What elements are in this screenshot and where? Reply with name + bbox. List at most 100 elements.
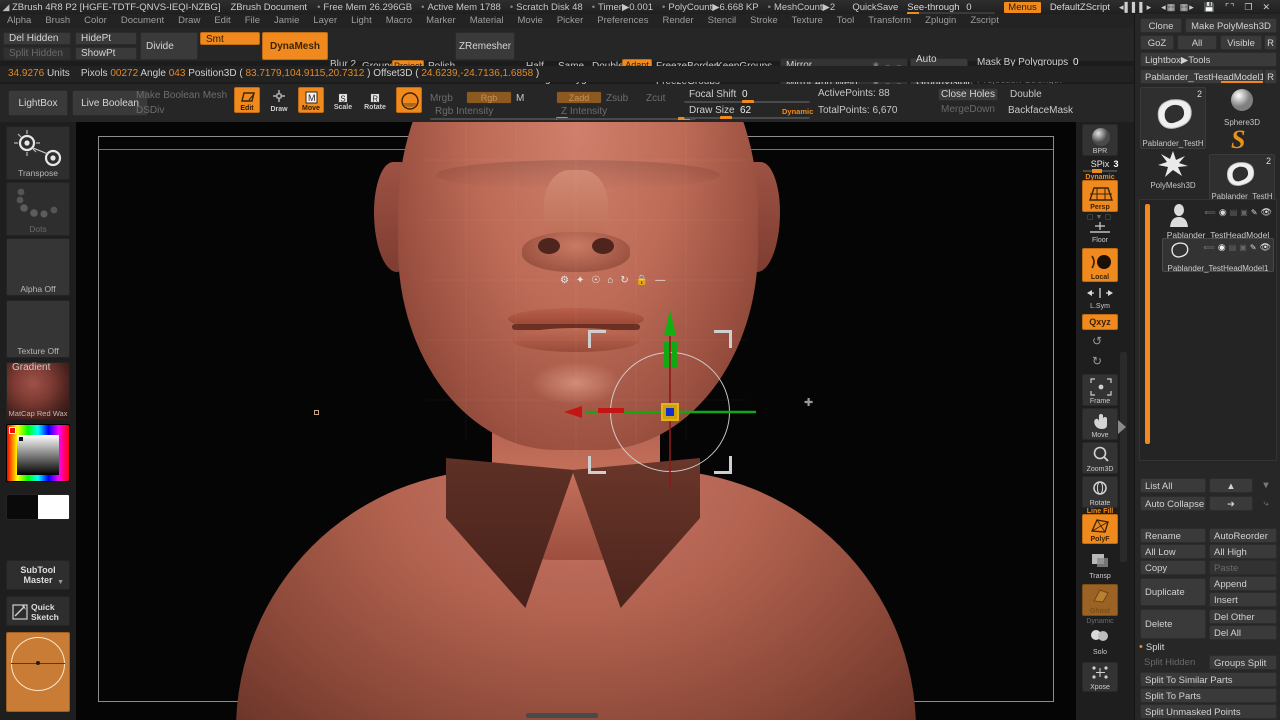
spix-knob[interactable]	[1092, 169, 1102, 173]
tool-thumb-4[interactable]: 2 Pablander_TestH	[1209, 154, 1275, 202]
menu-item-picker[interactable]: Picker	[550, 14, 590, 28]
menus-button[interactable]: Menus	[1004, 1, 1041, 13]
rotate-icon[interactable]: ↻	[620, 275, 628, 286]
maximize-icon[interactable]: ❐	[1244, 2, 1253, 13]
rename-button[interactable]: Rename	[1140, 528, 1206, 543]
gizmo-center-handle[interactable]	[661, 403, 679, 421]
subtool-eye-icon[interactable]: 👁	[1261, 207, 1272, 218]
move-down-button[interactable]: ▼	[1255, 478, 1277, 493]
z-intensity-slider[interactable]: Z Intensity	[556, 106, 696, 120]
subtool-paint-icon[interactable]: ✎	[1250, 243, 1257, 252]
menu-item-texture[interactable]: Texture	[785, 14, 830, 28]
split-to-similar-parts-button[interactable]: Split To Similar Parts	[1140, 672, 1277, 687]
double-shelf2-label[interactable]: Double	[1010, 89, 1042, 100]
clone-button[interactable]: Clone	[1140, 18, 1182, 33]
menu-item-jamie[interactable]: Jamie	[267, 14, 306, 28]
all-button[interactable]: All	[1177, 35, 1217, 50]
move-up-button[interactable]: ▲	[1209, 478, 1253, 493]
m-label[interactable]: M	[516, 93, 524, 104]
backface-mask-label[interactable]: BackfaceMask	[1008, 105, 1073, 116]
collapse-left-button[interactable]: ⤷	[1255, 496, 1277, 511]
subtool-toggle-icon[interactable]: ◉	[1218, 242, 1226, 253]
rgb-button[interactable]: Rgb	[466, 91, 512, 104]
split-unmasked-points-button[interactable]: Split Unmasked Points	[1140, 704, 1277, 719]
subtool-item-1[interactable]: ⟸ ◉ ▤ ▣ ✎ 👁 Pablander_TestHeadModel1	[1162, 238, 1274, 273]
move-view-button[interactable]: Move	[1082, 408, 1118, 440]
zscript-record-icon[interactable]: ◂▦ ▦▸	[1161, 2, 1195, 13]
transpose-gizmo[interactable]	[560, 302, 760, 502]
subtool-poly-icon[interactable]: ▤	[1230, 208, 1238, 217]
collapse-right-button[interactable]: ➜	[1209, 496, 1253, 511]
zcut-label[interactable]: Zcut	[646, 93, 665, 104]
rotate-cw-button[interactable]: ↻	[1082, 354, 1118, 372]
floor-axes-icons[interactable]: ▢▼▢	[1076, 213, 1124, 221]
divide-button[interactable]: Divide	[140, 32, 198, 60]
tool-thumb-1[interactable]: Sphere3D	[1209, 87, 1275, 127]
rotate-mode-button[interactable]: R Rotate	[364, 89, 386, 111]
floor-button[interactable]: Floor	[1082, 222, 1118, 244]
menu-item-stroke[interactable]: Stroke	[743, 14, 784, 28]
color-picker[interactable]	[6, 424, 70, 482]
subtool-item-0[interactable]: ⟸ ◉ ▤ ▣ ✎ 👁 Pablander_TestHeadModel	[1162, 204, 1274, 240]
split-hidden-button[interactable]: Split Hidden	[3, 47, 71, 60]
xyz-button[interactable]: Qxyz	[1082, 314, 1118, 330]
bpr-button[interactable]: BPR	[1082, 124, 1118, 156]
rgb-intensity-slider[interactable]: Rgb Intensity	[430, 106, 574, 120]
menu-item-material[interactable]: Material	[463, 14, 511, 28]
r-button[interactable]: R	[1264, 35, 1277, 50]
polyframe-button[interactable]: PolyF	[1082, 514, 1118, 544]
all-low-button[interactable]: All Low	[1140, 544, 1206, 559]
menu-item-alpha[interactable]: Alpha	[0, 14, 38, 28]
menu-item-preferences[interactable]: Preferences	[590, 14, 655, 28]
visible-button[interactable]: Visible	[1220, 35, 1262, 50]
canvas-scrollbar[interactable]	[526, 713, 598, 718]
menu-item-color[interactable]: Color	[77, 14, 114, 28]
current-tool-field[interactable]: Pablander_TestHeadModel1.	[1140, 69, 1264, 84]
home-icon[interactable]: ⌂	[607, 275, 613, 286]
subtool-paint-icon[interactable]: ✎	[1251, 208, 1258, 217]
subtool-poly-icon[interactable]: ▤	[1229, 243, 1237, 252]
save-icon[interactable]: 💾	[1204, 2, 1216, 13]
list-all-button[interactable]: List All	[1140, 478, 1206, 493]
menu-item-edit[interactable]: Edit	[207, 14, 237, 28]
perspective-button[interactable]: Persp	[1082, 180, 1118, 212]
minus-icon[interactable]: —	[655, 275, 665, 286]
smt-slider[interactable]: Smt	[200, 32, 260, 45]
move-mode-button[interactable]: M Move	[298, 87, 324, 113]
merge-down-button[interactable]: MergeDown	[938, 103, 998, 116]
zsub-label[interactable]: Zsub	[606, 93, 628, 104]
menu-item-document[interactable]: Document	[114, 14, 171, 28]
paste-button[interactable]: Paste	[1209, 560, 1277, 575]
show-pt-button[interactable]: ShowPt	[75, 47, 137, 60]
local-button[interactable]: Local	[1082, 248, 1118, 282]
subtool-toggle-icon[interactable]: ◉	[1219, 207, 1227, 218]
auto-reorder-button[interactable]: AutoReorder	[1209, 528, 1277, 543]
scale-mode-button[interactable]: S Scale	[332, 89, 354, 111]
delete-button[interactable]: Delete	[1140, 609, 1206, 639]
primary-secondary-color[interactable]	[6, 494, 70, 520]
menu-item-zplugin[interactable]: Zplugin	[918, 14, 963, 28]
menu-item-file[interactable]: File	[238, 14, 267, 28]
menu-item-zscript[interactable]: Zscript	[963, 14, 1006, 28]
zadd-button[interactable]: Zadd	[556, 91, 602, 104]
minimize-icon[interactable]: ⌜⌝	[1225, 2, 1235, 13]
gizmo-axes[interactable]	[560, 302, 760, 502]
make-boolean-mesh-label[interactable]: Make Boolean Mesh	[136, 90, 227, 101]
panel-collapse-arrow[interactable]	[1118, 420, 1126, 434]
transp-button[interactable]: Transp	[1082, 550, 1118, 580]
duplicate-button[interactable]: Duplicate	[1140, 578, 1206, 606]
auto-collapse-button[interactable]: Auto Collapse	[1140, 496, 1206, 511]
groups-split-button[interactable]: Groups Split	[1209, 655, 1277, 670]
subtool-scroll-indicator[interactable]	[1145, 204, 1150, 444]
subtool-arrow-icon[interactable]: ⟸	[1203, 243, 1214, 252]
menu-item-light[interactable]: Light	[344, 14, 379, 28]
viewport-canvas[interactable]: ⚙ ✦ ☉ ⌂ ↻ 🔒 — ✚	[76, 122, 1076, 720]
pin-icon[interactable]: ✦	[576, 275, 584, 286]
subtool-mask-icon[interactable]: ▣	[1240, 208, 1248, 217]
frame-button[interactable]: Frame	[1082, 374, 1118, 406]
copy-button[interactable]: Copy	[1140, 560, 1206, 575]
menu-item-marker[interactable]: Marker	[419, 14, 463, 28]
close-holes-button[interactable]: Close Holes	[938, 88, 998, 101]
menu-item-transform[interactable]: Transform	[861, 14, 918, 28]
lsym-button[interactable]: L.Sym	[1082, 288, 1118, 310]
